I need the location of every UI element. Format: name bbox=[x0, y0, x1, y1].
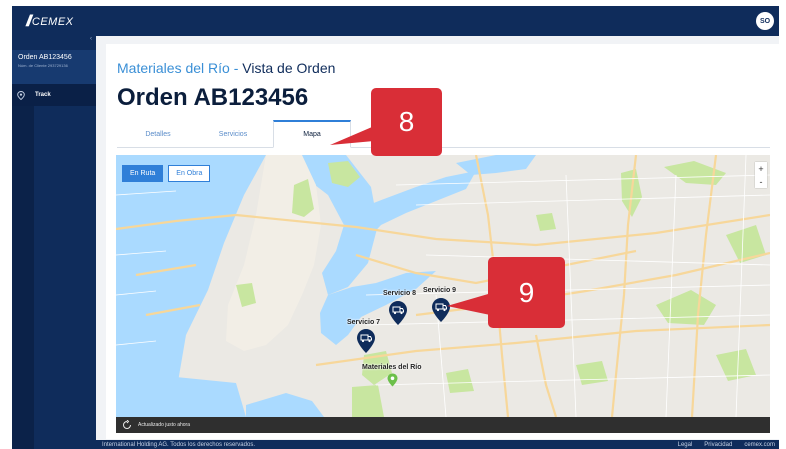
sidebar: Orden AB123456 Núm. de Cliente 293729136… bbox=[12, 36, 96, 449]
map-status-bar: Actualizado justo ahora bbox=[116, 417, 770, 433]
footer-link-privacidad[interactable]: Privacidad bbox=[704, 442, 732, 448]
sidebar-divider-strip bbox=[12, 106, 34, 449]
footer: International Holding AG. Todos los dere… bbox=[96, 440, 779, 449]
sidebar-order-summary[interactable]: Orden AB123456 Núm. de Cliente 293729136 bbox=[12, 50, 96, 84]
sidebar-item-label: Track bbox=[35, 92, 51, 98]
refresh-icon[interactable] bbox=[122, 420, 132, 430]
breadcrumb: Materiales del Río - Vista de Orden bbox=[117, 60, 335, 76]
en-ruta-button[interactable]: En Ruta bbox=[122, 165, 164, 182]
callout-8: 8 bbox=[371, 88, 442, 156]
app-frame: // CEMEX SO Orden AB123456 Núm. de Clien… bbox=[0, 0, 786, 449]
tab-detalles[interactable]: Detalles bbox=[123, 120, 193, 148]
sidebar-order-title: Orden AB123456 bbox=[18, 54, 72, 61]
sidebar-client-number: Núm. de Cliente 293729136 bbox=[18, 63, 68, 68]
truck-marker-icon[interactable] bbox=[388, 300, 408, 326]
breadcrumb-client[interactable]: Materiales del Río bbox=[117, 60, 230, 76]
sidebar-item-track[interactable]: Track bbox=[12, 84, 96, 106]
breadcrumb-separator: - bbox=[229, 60, 243, 76]
footer-link-cemex[interactable]: cemex.com bbox=[744, 442, 775, 448]
logo-text: CEMEX bbox=[31, 16, 74, 28]
last-updated-text: Actualizado justo ahora bbox=[138, 422, 190, 428]
location-pin-icon bbox=[17, 90, 25, 100]
user-avatar[interactable]: SO bbox=[756, 12, 774, 30]
breadcrumb-view: Vista de Orden bbox=[242, 60, 336, 76]
tab-servicios[interactable]: Servicios bbox=[193, 120, 273, 148]
zoom-out-button[interactable]: - bbox=[755, 175, 767, 188]
map-view[interactable]: En Ruta En Obra + - Servicio 8 Servicio … bbox=[116, 155, 770, 417]
cemex-logo[interactable]: // CEMEX bbox=[26, 13, 74, 31]
zoom-control: + - bbox=[755, 162, 767, 188]
site-pin-icon[interactable] bbox=[387, 373, 398, 387]
truck-marker-icon[interactable] bbox=[356, 328, 376, 354]
callout-9: 9 bbox=[488, 257, 565, 328]
en-obra-button[interactable]: En Obra bbox=[168, 165, 211, 182]
marker-label-servicio-7: Servicio 7 bbox=[347, 319, 381, 326]
map-filter-group: En Ruta En Obra bbox=[122, 165, 211, 182]
footer-links: Legal Privacidad cemex.com bbox=[678, 440, 775, 449]
marker-label-site: Materiales del Río bbox=[362, 364, 422, 371]
logo-mark-icon: // bbox=[26, 13, 32, 30]
map-tiles bbox=[116, 155, 770, 417]
copyright-text: International Holding AG. Todos los dere… bbox=[102, 441, 255, 448]
zoom-in-button[interactable]: + bbox=[755, 162, 767, 175]
marker-label-servicio-8: Servicio 8 bbox=[383, 290, 417, 297]
top-bar: // CEMEX SO bbox=[12, 6, 779, 36]
footer-link-legal[interactable]: Legal bbox=[678, 442, 693, 448]
page-title: Orden AB123456 bbox=[117, 84, 309, 111]
